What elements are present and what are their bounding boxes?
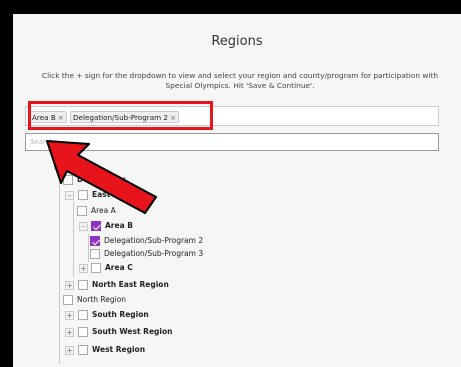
checkbox-north-east-region[interactable] <box>78 280 88 290</box>
checkbox-delegation-3[interactable] <box>90 249 100 259</box>
collapse-icon[interactable]: - <box>79 222 88 231</box>
expand-icon[interactable]: + <box>79 264 88 273</box>
collapse-icon[interactable]: - <box>65 191 74 200</box>
checkbox-south-region[interactable] <box>78 310 88 320</box>
tree-label: North Region <box>77 295 127 304</box>
tree-label: Area A <box>91 206 116 215</box>
checkbox-west-region[interactable] <box>78 345 88 355</box>
tree-label: Don't Know <box>77 175 126 184</box>
checkbox-east-region[interactable] <box>78 190 88 200</box>
tree-label: South West Region <box>92 327 173 336</box>
page-title: Regions <box>211 34 263 49</box>
checkbox-delegation-2[interactable] <box>90 236 100 246</box>
tree-label: East Region <box>92 190 143 199</box>
tree-label: Delegation/Sub-Program 3 <box>104 249 204 258</box>
tree-guide-line <box>59 168 60 364</box>
tree-label: Area C <box>105 263 133 272</box>
tree-label: Delegation/Sub-Program 2 <box>104 236 204 245</box>
checkbox-area-c[interactable] <box>91 263 101 273</box>
checkbox-south-west-region[interactable] <box>78 327 88 337</box>
search-input[interactable] <box>25 133 439 151</box>
checkbox-area-b[interactable] <box>91 221 101 231</box>
tree-guide-line <box>73 201 74 277</box>
checkbox-dont-know[interactable] <box>63 175 73 185</box>
expand-icon[interactable]: + <box>65 346 74 355</box>
expand-icon[interactable]: + <box>65 281 74 290</box>
checkbox-area-a[interactable] <box>77 206 87 216</box>
instructions-text: Click the + sign for the dropdown to vie… <box>41 71 439 90</box>
tree-label: North East Region <box>92 280 169 289</box>
root-label: CO <box>68 160 80 169</box>
highlight-box <box>28 101 213 130</box>
tree-label: West Region <box>92 345 146 354</box>
expand-icon[interactable]: + <box>65 328 74 337</box>
tree-label: South Region <box>92 310 149 319</box>
expand-icon[interactable]: + <box>65 311 74 320</box>
expand-icon[interactable]: + <box>54 161 63 170</box>
checkbox-north-region[interactable] <box>63 295 73 305</box>
tree-label: Area B <box>105 221 133 230</box>
regions-panel: Regions Click the + sign for the dropdow… <box>13 14 461 367</box>
tree-guide-line <box>88 234 89 262</box>
